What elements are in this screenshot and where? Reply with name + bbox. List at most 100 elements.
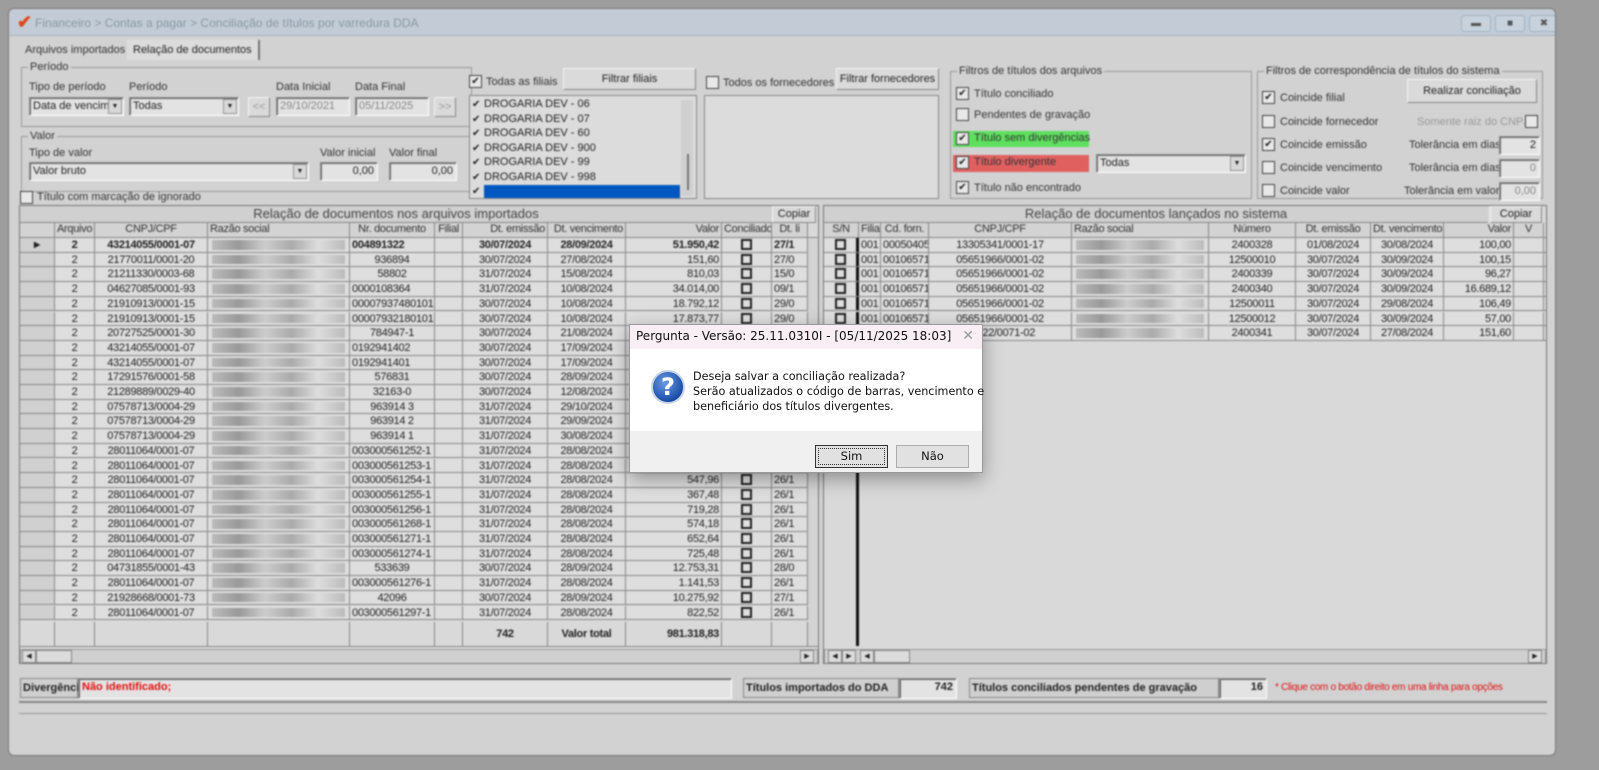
filial-item[interactable]: ✔ DROGARIA DEV - 06	[472, 98, 590, 112]
table-row[interactable]: 2 28011064/0001-07 003000561254-1 31/07/202…	[20, 473, 818, 488]
table-row[interactable]: 2 28011064/0001-07 003000561255-1 31/07/202…	[20, 487, 818, 503]
fornecedores-list[interactable]	[704, 95, 939, 199]
conciliado-checkbox[interactable]	[722, 605, 772, 620]
scroll-thumb[interactable]	[818, 246, 819, 266]
coincide-emissao-checkbox[interactable]: ✔	[1262, 138, 1275, 151]
conciliado-checkbox[interactable]	[722, 546, 772, 561]
tolerancia-vencimento-field[interactable]: 0	[1499, 159, 1540, 178]
column-header[interactable]: Número	[1209, 223, 1296, 237]
coincide-vencimento-checkbox[interactable]	[1262, 161, 1275, 174]
next-period-button[interactable]: >>	[434, 97, 456, 117]
divergente-select[interactable]: Todas ▼	[1096, 154, 1246, 173]
conciliado-checkbox[interactable]	[722, 576, 772, 590]
filtrar-fornecedores-button[interactable]: Filtrar fornecedores	[836, 68, 939, 90]
table-row[interactable]: 2 28011064/0001-07 003000561271-1 31/07/202…	[20, 532, 818, 547]
conciliado-checkbox[interactable]	[722, 252, 772, 267]
todas-filiais-checkbox[interactable]: ✔	[469, 75, 482, 88]
conciliado-checkbox[interactable]	[722, 238, 772, 252]
no-button[interactable]: Não	[896, 445, 969, 468]
tolerancia-valor-field[interactable]: 0,00	[1499, 182, 1540, 201]
horizontal-scrollbar[interactable]	[20, 649, 818, 663]
conciliado-checkbox[interactable]	[722, 282, 772, 296]
column-header[interactable]: Dt. emissão	[463, 223, 548, 237]
tab-arquivos-importados[interactable]: Arquivos importados	[19, 40, 131, 60]
scroll-left-icon[interactable]: ◀	[22, 650, 36, 663]
column-header[interactable]: Arquivo	[55, 223, 95, 237]
table-row[interactable]: 2 28011064/0001-07 003000561297-1 31/07/202…	[20, 605, 818, 621]
scroll-right-icon[interactable]: ▶	[842, 650, 856, 663]
table-row[interactable]: 2 28011064/0001-07 003000561276-1 31/07/202…	[20, 576, 818, 591]
column-header[interactable]	[20, 223, 55, 237]
conciliado-checkbox[interactable]	[722, 473, 772, 487]
valor-final-field[interactable]: 0,00	[389, 162, 457, 181]
column-header[interactable]: Valor	[1444, 223, 1514, 237]
conciliado-checkbox[interactable]	[722, 267, 772, 282]
scroll-left-icon[interactable]: ◀	[860, 650, 874, 663]
coincide-valor-checkbox[interactable]	[1262, 184, 1275, 197]
data-inicial-field[interactable]: 29/10/2021	[276, 97, 350, 116]
table-row[interactable]: 001 00106571 05651966/0001-02 2400339 30/07/…	[824, 267, 1546, 283]
prev-period-button[interactable]: <<	[248, 97, 270, 117]
filial-item[interactable]: ✔ DROGARIA DEV - 900	[472, 142, 596, 156]
ignorado-checkbox[interactable]	[20, 191, 33, 204]
copy-imported-button[interactable]: Copiar	[772, 206, 816, 223]
filial-item[interactable]: ✔ DROGARIA DEV - 60	[472, 127, 590, 141]
conciliado-checkbox[interactable]	[722, 532, 772, 546]
data-final-field[interactable]: 05/11/2025	[355, 97, 429, 116]
valor-inicial-field[interactable]: 0,00	[320, 162, 378, 181]
table-row[interactable]: 2 04731855/0001-43 533639 30/07/2024 28/09/2…	[20, 561, 818, 577]
column-header[interactable]: Dt. vencimento	[548, 223, 626, 237]
tipo-valor-select[interactable]: Valor bruto ▼	[29, 162, 309, 181]
filiais-list[interactable]: ✔ DROGARIA DEV - 06 ✔ DROGARIA DEV - 07 ✔ DRO…	[469, 95, 697, 199]
column-header[interactable]: Filial	[859, 223, 881, 237]
conciliado-checkbox[interactable]	[722, 561, 772, 576]
periodo-select[interactable]: Todas ▼	[129, 97, 239, 116]
sn-checkbox[interactable]	[824, 267, 859, 282]
tipo-periodo-select[interactable]: Data de vencim ▼	[29, 97, 124, 116]
column-header[interactable]: Valor	[626, 223, 722, 237]
close-icon[interactable]: ✕	[962, 328, 974, 344]
raiz-cnpj-checkbox[interactable]	[1525, 115, 1538, 128]
table-row[interactable]: 001 00050405 13305341/0001-17 2400328 01/08/…	[824, 238, 1546, 253]
column-header[interactable]: Nr. documento	[350, 223, 435, 237]
conciliado-checkbox[interactable]	[722, 487, 772, 502]
conciliado-checkbox[interactable]	[722, 517, 772, 531]
minimize-button[interactable]: ▬	[1461, 15, 1491, 32]
close-button[interactable]: ✖	[1529, 15, 1555, 32]
table-row[interactable]: 001 00106571 05651966/0001-02 2400340 30/07/…	[824, 282, 1546, 297]
tab-relacao-documentos[interactable]: Relação de documentos	[127, 40, 260, 60]
filial-item[interactable]: ✔ DROGARIA DEV - 998	[472, 171, 596, 185]
table-row[interactable]: 2 28011064/0001-07 003000561274-1 31/07/202…	[20, 546, 818, 562]
column-header[interactable]: V	[1514, 223, 1544, 237]
table-row[interactable]: 2 21770011/0001-20 936894 30/07/2024 27/08/2…	[20, 252, 818, 268]
column-header[interactable]: CNPJ/CPF	[929, 223, 1072, 237]
scroll-thumb[interactable]	[36, 650, 72, 663]
tolerancia-emissao-field[interactable]: 2	[1499, 136, 1540, 155]
sn-checkbox[interactable]	[824, 282, 859, 296]
todos-fornecedores-checkbox[interactable]	[706, 76, 719, 89]
sn-checkbox[interactable]	[824, 296, 859, 311]
copy-system-button[interactable]: Copiar	[1490, 206, 1542, 223]
realizar-conciliacao-button[interactable]: Realizar conciliação	[1407, 79, 1537, 103]
sn-checkbox[interactable]	[824, 252, 859, 267]
conciliado-checkbox[interactable]	[722, 502, 772, 517]
scroll-right-icon[interactable]: ▶	[1528, 650, 1542, 663]
filial-item-selected[interactable]: ✔	[472, 185, 682, 198]
table-row[interactable]: 001 00106571 05651966/0001-02 12500010 30/07…	[824, 252, 1546, 268]
scroll-thumb[interactable]	[874, 650, 910, 663]
column-header[interactable]: Dt. emissão	[1296, 223, 1371, 237]
column-header[interactable]: Cd. forn.	[881, 223, 929, 237]
scroll-left-icon[interactable]: ◀	[828, 650, 842, 663]
filial-item[interactable]: ✔ DROGARIA DEV - 99	[472, 156, 590, 170]
scroll-right-icon[interactable]: ▶	[800, 650, 814, 663]
sn-checkbox[interactable]	[824, 238, 859, 252]
filial-item[interactable]: ✔ DROGARIA DEV - 07	[472, 113, 590, 127]
sem-divergencias-checkbox[interactable]: ✔	[956, 132, 969, 145]
table-row[interactable]: 2 21211330/0003-68 58802 31/07/2024 15/08/20…	[20, 267, 818, 283]
nao-encontrado-checkbox[interactable]: ✔	[956, 181, 969, 194]
column-header[interactable]: S/N	[824, 223, 859, 237]
column-header[interactable]: Razão social	[208, 223, 350, 237]
column-header[interactable]: Filial	[435, 223, 463, 237]
column-header[interactable]: Conciliado	[722, 223, 772, 237]
table-row[interactable]: 2 28011064/0001-07 003000561256-1 31/07/202…	[20, 502, 818, 518]
